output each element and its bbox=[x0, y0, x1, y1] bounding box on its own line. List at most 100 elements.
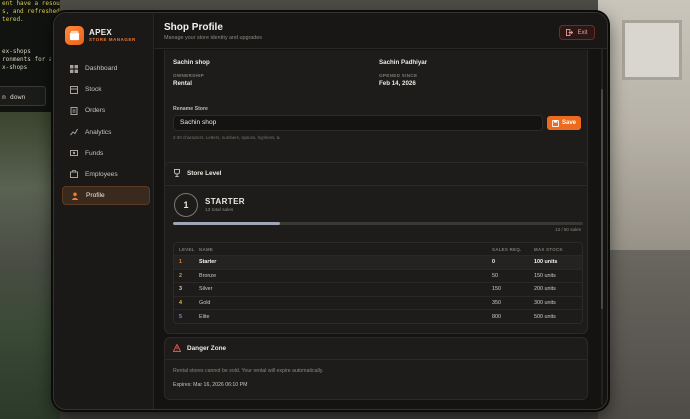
column-header: SALES REQ. bbox=[492, 246, 522, 252]
exit-button[interactable]: Exit bbox=[559, 25, 595, 40]
exit-label: Exit bbox=[577, 29, 588, 36]
sidebar-nav: Dashboard Stock Orders Analytics Funds E… bbox=[62, 59, 150, 207]
ownership-value: Rental bbox=[173, 80, 192, 87]
game-background-right bbox=[598, 0, 690, 419]
sidebar: APEX STORE MANAGER Dashboard Stock Order… bbox=[54, 13, 154, 409]
sales-required: 800 bbox=[492, 313, 501, 320]
sidebar-item-orders[interactable]: Orders bbox=[62, 101, 150, 120]
sidebar-item-label: Analytics bbox=[85, 128, 112, 136]
sidebar-item-dashboard[interactable]: Dashboard bbox=[62, 59, 150, 78]
trophy-icon bbox=[174, 169, 180, 177]
expiry-text: Expires: Mar 16, 2026 06:10 PM bbox=[173, 382, 248, 388]
table-header-row: LEVEL NAME SALES REQ. MAX STOCK bbox=[174, 243, 582, 255]
max-stock: 200 units bbox=[534, 286, 556, 293]
level-progress-fill bbox=[173, 222, 280, 225]
sidebar-item-stock[interactable]: Stock bbox=[62, 80, 150, 99]
column-header: NAME bbox=[199, 246, 214, 252]
brand-subtitle: STORE MANAGER bbox=[89, 37, 136, 42]
max-stock: 500 units bbox=[534, 313, 556, 320]
console-line: tered. bbox=[2, 16, 24, 23]
level-badge: 1 bbox=[174, 193, 198, 217]
ownership-label: OWNERSHIP bbox=[173, 73, 205, 78]
level-number: 5 bbox=[179, 313, 182, 320]
table-row: 5 Elite 800 500 units bbox=[174, 309, 582, 323]
level-row-name: Starter bbox=[199, 259, 217, 266]
sidebar-item-label: Profile bbox=[86, 192, 105, 200]
console-line: ex-shops bbox=[2, 48, 31, 55]
console-line: ronments for ap bbox=[2, 56, 57, 63]
store-level-header: Store Level bbox=[173, 169, 221, 177]
divider bbox=[165, 359, 587, 360]
box-icon bbox=[69, 85, 79, 95]
sales-required: 150 bbox=[492, 286, 501, 293]
employees-icon bbox=[69, 169, 79, 179]
sidebar-item-profile[interactable]: Profile bbox=[62, 186, 150, 206]
table-row: 4 Gold 350 300 units bbox=[174, 295, 582, 310]
console-line: ent have a resource manifest (fxmanifest… bbox=[2, 0, 60, 7]
column-header: MAX STOCK bbox=[534, 246, 563, 252]
opened-since-value: Feb 14, 2026 bbox=[379, 80, 416, 87]
dashboard-icon bbox=[69, 64, 79, 74]
console-line: x-shops bbox=[2, 64, 28, 71]
level-row-name: Bronze bbox=[199, 272, 217, 279]
user-icon bbox=[70, 191, 80, 201]
table-row: 2 Bronze 50 150 units bbox=[174, 268, 582, 283]
page-subtitle: Manage your store identity and upgrades bbox=[164, 35, 262, 41]
sidebar-item-funds[interactable]: Funds bbox=[62, 144, 150, 163]
analytics-icon bbox=[69, 127, 79, 137]
store-level-card: Store Level 1 STARTER 13 total sales 13 … bbox=[164, 162, 588, 334]
level-number: 4 bbox=[179, 300, 182, 307]
level-progress-bar bbox=[173, 222, 583, 225]
rename-store-input[interactable]: Sachin shop bbox=[173, 115, 543, 131]
scrollbar-thumb[interactable] bbox=[601, 89, 603, 309]
page-title: Shop Profile bbox=[164, 22, 223, 33]
header: Shop Profile Manage your store identity … bbox=[155, 13, 607, 49]
danger-zone-header: Danger Zone bbox=[173, 344, 226, 352]
level-number: 3 bbox=[179, 286, 182, 293]
max-stock: 150 units bbox=[534, 272, 556, 279]
console-line: s, and refreshed 0/112 resources. bbox=[2, 8, 60, 15]
brand-name: APEX bbox=[89, 28, 112, 37]
sales-required: 350 bbox=[492, 300, 501, 307]
level-row-name: Silver bbox=[199, 286, 213, 293]
notification-toast: n down bbox=[0, 86, 46, 106]
max-stock: 100 units bbox=[534, 259, 558, 266]
column-header: LEVEL bbox=[179, 246, 195, 252]
sidebar-item-analytics[interactable]: Analytics bbox=[62, 123, 150, 142]
table-row: 1 Starter 0 100 units bbox=[174, 255, 582, 269]
opened-since-label: OPENED SINCE bbox=[379, 73, 418, 78]
level-row-name: Gold bbox=[199, 300, 211, 307]
content-scrollbar[interactable] bbox=[601, 49, 603, 405]
rename-store-label: Rename Store bbox=[173, 106, 208, 112]
store-name-value: Sachin shop bbox=[173, 59, 210, 66]
sidebar-item-label: Dashboard bbox=[85, 65, 118, 72]
level-number: 2 bbox=[179, 272, 182, 279]
exit-icon bbox=[566, 29, 574, 36]
level-name: STARTER bbox=[205, 197, 245, 206]
orders-icon bbox=[69, 106, 79, 116]
owner-value: Sachin Padhiyar bbox=[379, 59, 428, 66]
total-sales: 13 total sales bbox=[205, 208, 234, 213]
warning-icon bbox=[173, 344, 181, 352]
background-window bbox=[622, 20, 682, 80]
rename-hint: 2-30 characters. Letters, numbers, space… bbox=[173, 135, 280, 140]
sidebar-item-label: Stock bbox=[85, 86, 102, 94]
divider bbox=[165, 185, 587, 186]
save-icon bbox=[551, 119, 559, 127]
level-progress-text: 13 / 50 sales bbox=[554, 227, 581, 232]
main-panel: Shop Profile Manage your store identity … bbox=[155, 13, 607, 409]
danger-zone-card: Danger Zone Rental stores cannot be sold… bbox=[164, 337, 588, 400]
save-button[interactable]: Save bbox=[547, 116, 581, 130]
store-level-title: Store Level bbox=[187, 169, 222, 177]
sidebar-item-employees[interactable]: Employees bbox=[62, 165, 150, 184]
levels-table: LEVEL NAME SALES REQ. MAX STOCK 1 Starter… bbox=[173, 242, 583, 324]
table-body: 1 Starter 0 100 units 2 Bronze 50 150 units 3 Sil… bbox=[174, 255, 582, 323]
save-label: Save bbox=[561, 120, 576, 126]
sidebar-item-label: Employees bbox=[85, 170, 118, 178]
content-area: Sachin shop Sachin Padhiyar OWNERSHIP Re… bbox=[155, 50, 607, 409]
danger-zone-title: Danger Zone bbox=[187, 344, 227, 352]
sidebar-item-label: Funds bbox=[85, 149, 104, 157]
funds-icon bbox=[69, 148, 79, 158]
store-logo-icon bbox=[65, 26, 84, 45]
level-number: 1 bbox=[179, 259, 182, 266]
